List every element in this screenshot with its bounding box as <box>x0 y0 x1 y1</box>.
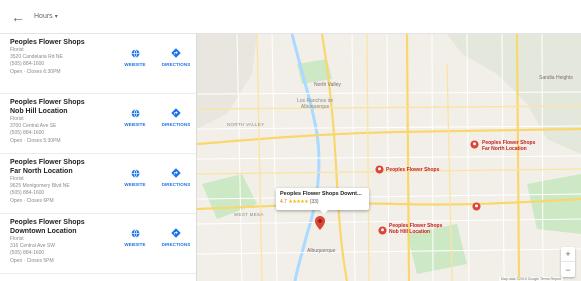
area-label-west-mesa: WEST MESA <box>234 212 264 217</box>
directions-icon <box>171 108 181 118</box>
directions-button[interactable]: DIRECTIONS <box>158 48 194 67</box>
chevron-down-icon: ▾ <box>54 14 58 20</box>
globe-icon <box>130 48 140 58</box>
globe-icon <box>130 168 140 178</box>
place-label-albuquerque: Albuquerque <box>307 248 336 254</box>
pin-downtown-selected[interactable] <box>315 216 325 230</box>
hours-filter-label: Hours <box>34 13 53 20</box>
place-label-los-ranchos: Los Ranchos de Albuquerque <box>297 98 334 110</box>
result-phone: (505) 884-1600 <box>10 190 45 196</box>
map-pin-icon <box>472 202 481 211</box>
website-button[interactable]: WEBSITE <box>117 48 153 67</box>
result-item[interactable]: Peoples Flower Shops Nob Hill Location Fl… <box>0 94 196 154</box>
callout-rating: 4.7 <box>280 199 287 205</box>
park-area <box>527 174 581 234</box>
back-button[interactable]: ← <box>4 3 32 31</box>
result-hours: Open · Closes 6PM <box>10 198 54 204</box>
pin-east[interactable] <box>472 202 481 211</box>
star-rating-icon: ★★★★★ <box>288 199 309 205</box>
zoom-control: + − <box>561 247 575 277</box>
callout-title: Peoples Flower Shops Downt... <box>280 191 362 197</box>
directions-icon <box>171 48 181 58</box>
globe-icon <box>130 228 140 238</box>
pin-label-far-north[interactable]: Peoples Flower Shops Far North Location <box>482 140 535 152</box>
place-callout[interactable]: Peoples Flower Shops Downt... 4.7 ★★★★★ … <box>276 188 369 214</box>
website-button[interactable]: WEBSITE <box>117 108 153 127</box>
directions-label: DIRECTIONS <box>161 62 191 67</box>
map-pin-icon <box>375 165 384 174</box>
area-label-north-valley: NORTH VALLEY <box>227 122 265 127</box>
result-phone: (505) 884-1600 <box>10 250 45 256</box>
zoom-out-button[interactable]: − <box>561 262 575 277</box>
globe-icon <box>130 108 140 118</box>
result-phone: (505) 884-1600 <box>10 130 45 136</box>
maps-local-results-view: ← Hours ▾ Peoples Flower Shops Florist 3… <box>0 0 581 281</box>
website-button[interactable]: WEBSITE <box>117 168 153 187</box>
map-canvas[interactable]: North Valley Los Ranchos de Albuquerque … <box>197 34 581 281</box>
pin-far-north[interactable] <box>470 140 479 149</box>
callout-rating-row: 4.7 ★★★★★ (33) <box>280 199 365 205</box>
result-hours: Open · Closes 5:30PM <box>10 138 61 144</box>
hours-filter-dropdown[interactable]: Hours ▾ <box>34 13 58 20</box>
website-label: WEBSITE <box>124 242 146 247</box>
results-list: Peoples Flower Shops Florist 3520 Candel… <box>0 34 197 281</box>
result-name[interactable]: Peoples Flower Shops Nob Hill Location <box>10 98 120 116</box>
website-label: WEBSITE <box>124 122 146 127</box>
callout-review-count: (33) <box>309 199 319 205</box>
website-label: WEBSITE <box>124 182 146 187</box>
zoom-in-button[interactable]: + <box>561 247 575 262</box>
highway-tramway <box>405 34 411 281</box>
result-item[interactable]: Peoples Flower Shops Far North Location F… <box>0 154 196 214</box>
directions-icon <box>171 168 181 178</box>
result-name[interactable]: Peoples Flower Shops Far North Location <box>10 158 120 176</box>
place-label-north-valley: North Valley <box>314 82 341 88</box>
map-attribution: Map data ©2019 Google Terms Report <box>498 277 563 281</box>
website-label: WEBSITE <box>124 62 146 67</box>
map-marker-icon <box>315 216 325 230</box>
place-label-sandia-heights: Sandia Heights <box>539 75 573 81</box>
pin-label-nob-hill[interactable]: Peoples Flower Shops Nob Hill Location <box>389 223 442 235</box>
directions-button[interactable]: DIRECTIONS <box>158 228 194 247</box>
result-name[interactable]: Peoples Flower Shops Downtown Location <box>10 218 120 236</box>
directions-button[interactable]: DIRECTIONS <box>158 168 194 187</box>
directions-label: DIRECTIONS <box>161 182 191 187</box>
map-pin-icon <box>470 140 479 149</box>
website-button[interactable]: WEBSITE <box>117 228 153 247</box>
pin-candelaria[interactable] <box>375 165 384 174</box>
result-hours: Open · Closes 6:30PM <box>10 69 61 75</box>
result-hours: Open · Closes 5PM <box>10 258 54 264</box>
map-pin-icon <box>378 226 387 235</box>
directions-label: DIRECTIONS <box>161 242 191 247</box>
directions-label: DIRECTIONS <box>161 122 191 127</box>
result-name[interactable]: Peoples Flower Shops <box>10 38 120 47</box>
arrow-left-icon: ← <box>11 8 25 25</box>
pin-nob-hill[interactable] <box>378 226 387 235</box>
pin-label-candelaria[interactable]: Peoples Flower Shops <box>386 167 439 173</box>
mesa-area <box>197 34 257 129</box>
map-base <box>197 34 581 281</box>
result-item[interactable]: Peoples Flower Shops Florist 3520 Candel… <box>0 34 196 94</box>
top-bar: ← Hours ▾ <box>0 0 581 34</box>
directions-button[interactable]: DIRECTIONS <box>158 108 194 127</box>
directions-icon <box>171 228 181 238</box>
result-item[interactable]: Peoples Flower Shops Downtown Location Fl… <box>0 214 196 274</box>
